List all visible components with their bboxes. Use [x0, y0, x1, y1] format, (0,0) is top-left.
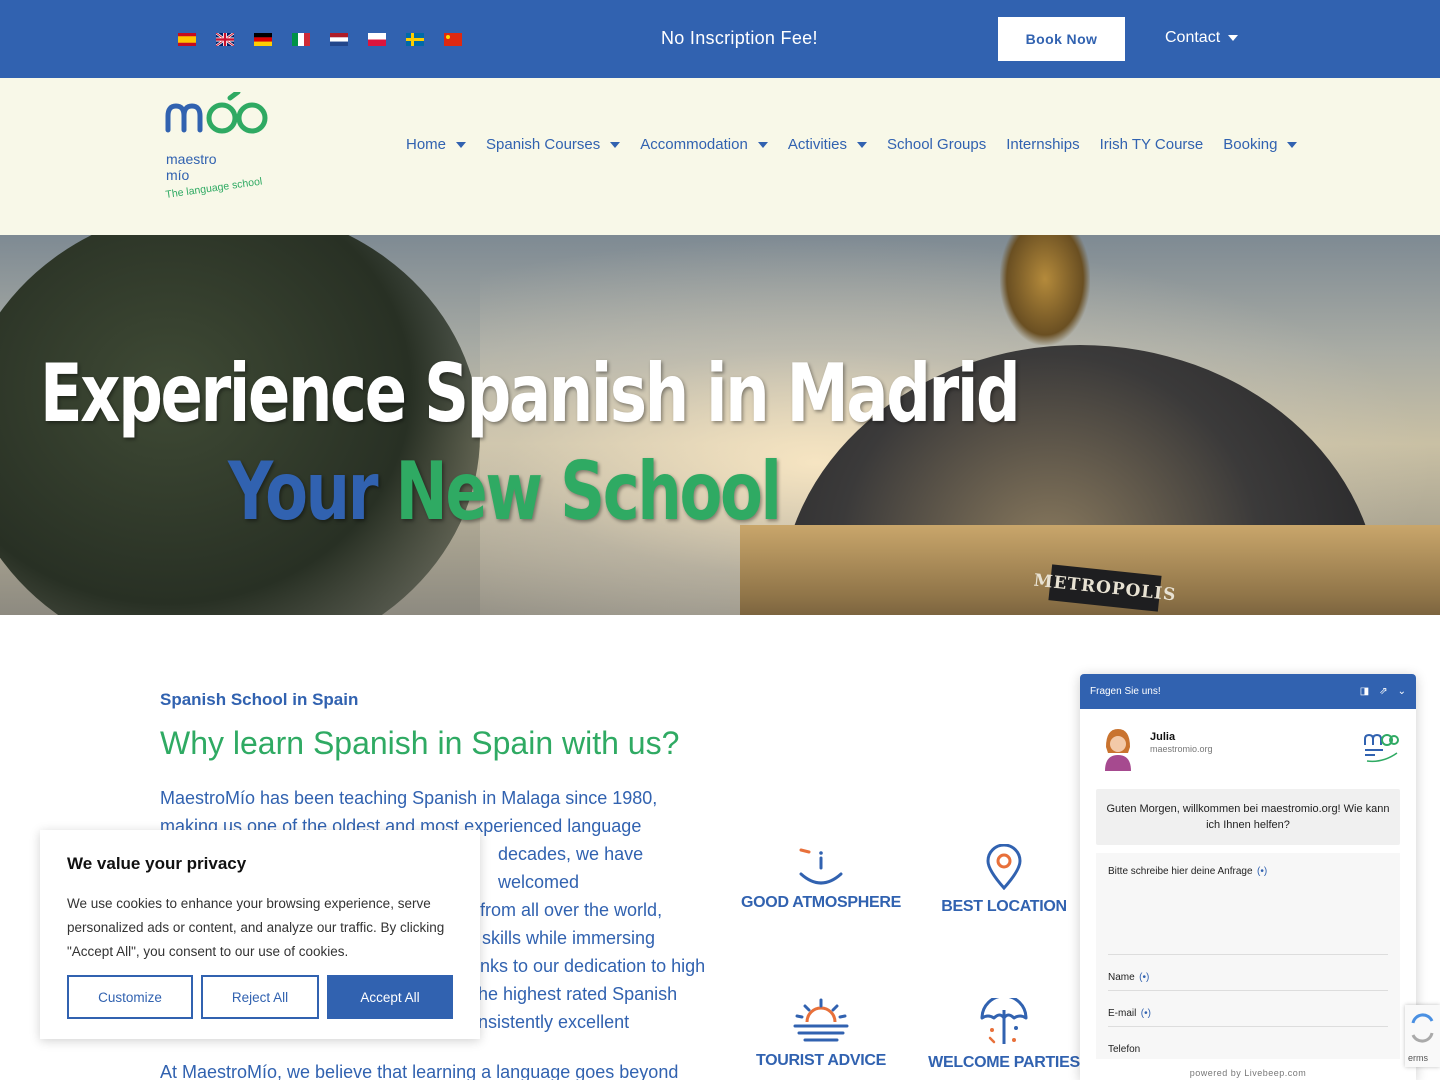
- site-header: maestro mío The language school Home Span…: [0, 78, 1440, 235]
- dock-icon[interactable]: ◨: [1360, 686, 1369, 697]
- nav-item-spanish-courses[interactable]: Spanish Courses: [486, 136, 621, 153]
- recaptcha-badge[interactable]: erms: [1405, 1005, 1440, 1067]
- chat-agent: Julia maestromio.org: [1080, 709, 1416, 789]
- hero-title: Experience Spanish in Madrid: [40, 347, 1021, 440]
- second-paragraph: At MaestroMío, we believe that learning …: [160, 1062, 679, 1080]
- book-now-button[interactable]: Book Now: [998, 17, 1125, 61]
- feature-label: TOURIST ADVICE: [755, 1052, 887, 1069]
- hero-subtitle-word1: Your: [228, 445, 379, 538]
- cookie-title: We value your privacy: [67, 854, 247, 873]
- feature-label: WELCOME PARTIES: [928, 1054, 1080, 1071]
- chevron-down-icon: [857, 141, 867, 148]
- section-eyebrow: Spanish School in Spain: [160, 690, 359, 709]
- nav-item-irish-ty-course[interactable]: Irish TY Course: [1100, 136, 1204, 153]
- chat-greeting: Guten Morgen, willkommen bei maestromio.…: [1096, 789, 1400, 845]
- feature-best-location: BEST LOCATION: [919, 844, 1089, 916]
- party-balloons-icon: [980, 998, 1028, 1044]
- nav-item-home[interactable]: Home: [406, 136, 467, 153]
- chevron-down-icon: [1228, 35, 1239, 41]
- promo-text: No Inscription Fee!: [661, 28, 818, 48]
- chevron-down-icon: [757, 141, 768, 148]
- chat-header: Fragen Sie uns! ◨ ⇗ ⌄: [1080, 674, 1416, 709]
- request-label: Bitte schreibe hier deine Anfrage: [1108, 866, 1253, 877]
- feature-good-atmosphere: GOOD ATMOSPHERE: [736, 846, 906, 912]
- chinese-flag-icon[interactable]: [444, 33, 462, 46]
- nav-item-label: School Groups: [887, 136, 987, 153]
- reject-all-button[interactable]: Reject All: [201, 975, 319, 1019]
- cookie-text: We use cookies to enhance your browsing …: [67, 896, 445, 959]
- main-nav: Home Spanish Courses Accommodation Activiti…: [406, 136, 1298, 153]
- cookie-consent-banner: We value your privacy We use cookies to …: [40, 830, 480, 1039]
- required-mark: (•): [1257, 866, 1268, 877]
- chat-widget: Fragen Sie uns! ◨ ⇗ ⌄ Julia maestromio.o…: [1080, 674, 1416, 1080]
- german-flag-icon[interactable]: [254, 33, 272, 46]
- request-textarea[interactable]: Bitte schreibe hier deine Anfrage (•): [1108, 861, 1388, 955]
- section-heading: Why learn Spanish in Spain with us?: [160, 725, 680, 761]
- minimize-icon[interactable]: ⌄: [1398, 686, 1406, 697]
- recaptcha-text: erms: [1408, 1053, 1428, 1063]
- accept-all-button[interactable]: Accept All: [327, 975, 453, 1019]
- nav-item-label: Home: [406, 136, 447, 153]
- dutch-flag-icon[interactable]: [330, 33, 348, 46]
- feature-tourist-advice: TOURIST ADVICE: [736, 998, 906, 1070]
- polish-flag-icon[interactable]: [368, 33, 386, 46]
- hero-subtitle-word2: New School: [395, 445, 782, 538]
- nav-item-accommodation[interactable]: Accommodation: [640, 136, 768, 153]
- chat-form: Bitte schreibe hier deine Anfrage (•) Na…: [1096, 853, 1400, 1059]
- nav-item-internships[interactable]: Internships: [1006, 136, 1079, 153]
- hero-banner: METROPOLIS Experience Spanish in Madrid …: [0, 235, 1440, 615]
- logo-brand: maestro: [166, 151, 217, 167]
- paragraph-line: MaestroMío has been teaching Spanish in …: [160, 788, 658, 808]
- feature-label: GOOD ATMOSPHERE: [741, 894, 901, 911]
- swedish-flag-icon[interactable]: [406, 33, 424, 46]
- agent-name: Julia: [1150, 731, 1176, 743]
- top-bar: No Inscription Fee! Book Now Contact: [0, 0, 1440, 78]
- chat-brand-logo: [1364, 733, 1399, 763]
- nav-item-booking[interactable]: Booking: [1223, 136, 1298, 153]
- maestromio-logo[interactable]: maestro mío The language school: [164, 89, 274, 207]
- phone-field[interactable]: Telefon: [1108, 1027, 1388, 1063]
- feature-welcome-parties: WELCOME PARTIES: [919, 998, 1089, 1072]
- nav-item-label: Booking: [1223, 136, 1278, 153]
- winged-statue: [1000, 235, 1090, 345]
- powered-by[interactable]: powered by Livebeep.com: [1080, 1068, 1416, 1078]
- required-mark: (•): [1139, 972, 1150, 983]
- contact-label: Contact: [1165, 29, 1221, 46]
- nav-item-label: Irish TY Course: [1099, 136, 1204, 153]
- email-label: E-mail: [1108, 1008, 1137, 1019]
- language-flags: [178, 33, 462, 46]
- italian-flag-icon[interactable]: [292, 33, 310, 46]
- location-pin-icon: [986, 844, 1022, 890]
- popout-icon[interactable]: ⇗: [1379, 686, 1387, 697]
- nav-item-label: Internships: [1006, 136, 1080, 153]
- contact-menu[interactable]: Contact: [1165, 29, 1239, 47]
- smile-icon: [799, 848, 843, 885]
- chevron-down-icon: [456, 141, 467, 148]
- feature-label: BEST LOCATION: [941, 898, 1067, 915]
- agent-avatar: [1105, 729, 1131, 771]
- required-mark: (•): [1140, 1008, 1151, 1019]
- chat-tools: ◨ ⇗ ⌄: [1360, 686, 1406, 697]
- agent-site: maestromio.org: [1150, 744, 1213, 754]
- customize-button[interactable]: Customize: [67, 975, 193, 1019]
- email-field[interactable]: E-mail (•): [1108, 991, 1388, 1027]
- hero-subtitle: Your New School: [228, 445, 782, 538]
- name-label: Name: [1108, 972, 1135, 983]
- nav-item-label: Spanish Courses: [486, 136, 601, 153]
- nav-item-activities[interactable]: Activities: [788, 136, 867, 153]
- sunset-icon: [793, 998, 849, 1042]
- chevron-down-icon: [1287, 141, 1298, 148]
- chat-header-title: Fragen Sie uns!: [1090, 686, 1161, 697]
- chevron-down-icon: [610, 141, 621, 148]
- nav-item-school-groups[interactable]: School Groups: [887, 136, 986, 153]
- name-field[interactable]: Name (•): [1108, 955, 1388, 991]
- logo-brand-2: mío: [166, 167, 190, 183]
- nav-item-label: Activities: [787, 136, 847, 153]
- spanish-flag-icon[interactable]: [178, 33, 196, 46]
- nav-item-label: Accommodation: [640, 136, 748, 153]
- cookie-buttons: Customize Reject All Accept All: [67, 975, 453, 1019]
- phone-label: Telefon: [1108, 1044, 1141, 1055]
- uk-flag-icon[interactable]: [216, 33, 234, 46]
